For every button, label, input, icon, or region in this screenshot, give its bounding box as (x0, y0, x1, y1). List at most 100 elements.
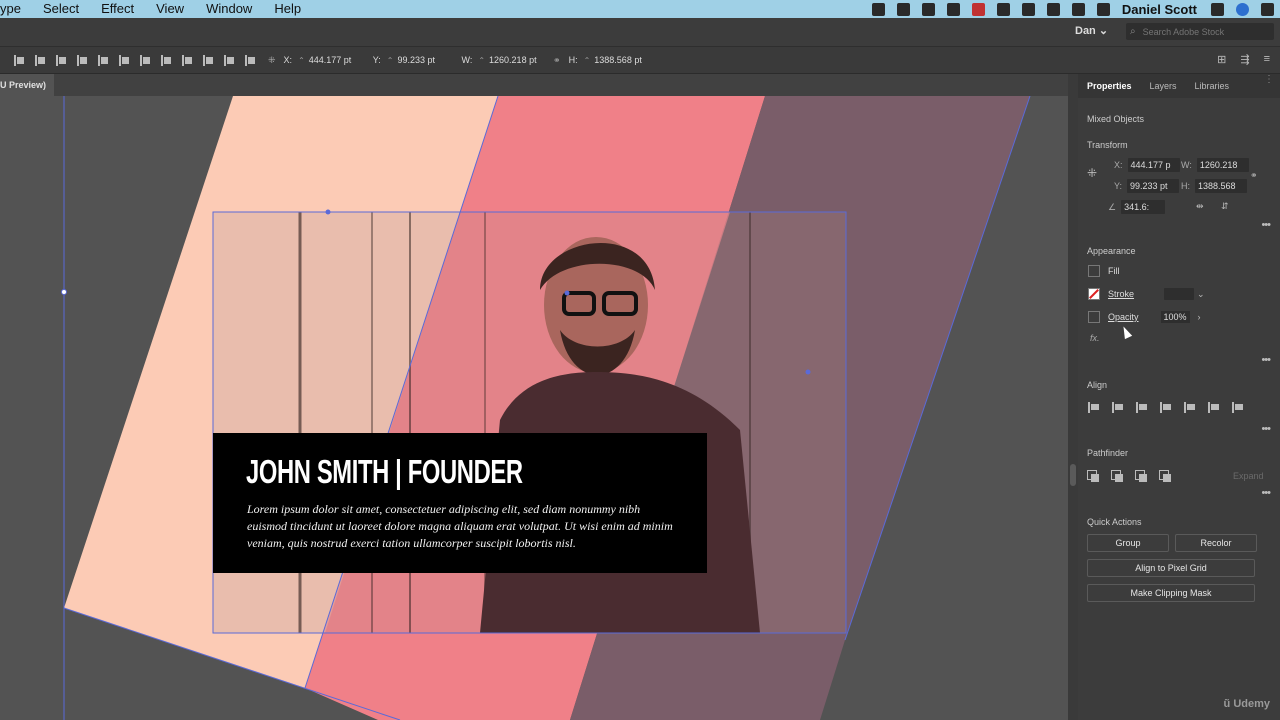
battery-icon[interactable] (1096, 2, 1110, 16)
name-body-text[interactable]: Lorem ipsum dolor sit amet, consectetuer… (247, 501, 677, 552)
x-value[interactable]: 444.177 pt (309, 55, 365, 65)
w-field[interactable]: W: ⌃ 1260.218 pt (461, 55, 545, 65)
user-name[interactable]: Daniel Scott (1122, 2, 1197, 17)
align-left-icon[interactable] (1111, 401, 1124, 414)
transform-h[interactable]: H: 1388.568 (1181, 179, 1247, 193)
transform-w-value[interactable]: 1260.218 (1196, 158, 1249, 172)
stroke-swatch-icon[interactable] (1088, 288, 1100, 300)
transform-w[interactable]: W: 1260.218 (1181, 158, 1249, 172)
w-value[interactable]: 1260.218 pt (489, 55, 545, 65)
distribute-bottom-icon[interactable] (180, 54, 193, 67)
panel-grip-icon[interactable]: ⋮ (1264, 74, 1274, 85)
intersect-icon[interactable] (1135, 470, 1148, 483)
transform-more-icon[interactable]: ••• (1261, 219, 1271, 231)
notification-icon[interactable] (1261, 2, 1274, 16)
y-value[interactable]: 99.233 pt (397, 55, 453, 65)
constrain-proportions-icon[interactable]: ⚭ (1250, 170, 1258, 181)
exclude-icon[interactable] (1159, 470, 1172, 483)
fill-row[interactable]: Fill (1088, 265, 1120, 277)
artboard-canvas[interactable]: JOHN SMITH | FOUNDER Lorem ipsum dolor s… (0, 96, 1068, 720)
align-bottom-icon[interactable] (117, 54, 130, 67)
scrollbar-thumb[interactable] (1070, 464, 1076, 486)
distribute-right-icon[interactable] (243, 54, 256, 67)
user-menu[interactable]: Dan ⌄ (1075, 24, 1108, 37)
stepper-icon[interactable]: ⌃ (478, 56, 485, 65)
distribute-top-icon[interactable] (138, 54, 151, 67)
stock-search-input[interactable] (1140, 25, 1265, 38)
arrange-icon[interactable]: ⇶ (1240, 53, 1249, 66)
distribute-middle-icon[interactable] (159, 54, 172, 67)
record-icon[interactable] (971, 2, 985, 16)
transform-angle[interactable]: ∠ 341.6: (1108, 200, 1166, 214)
chevron-right-icon[interactable]: › (1198, 312, 1201, 322)
menu-window[interactable]: Window (195, 0, 263, 18)
align-hcenter-icon[interactable] (1135, 401, 1148, 414)
flip-horizontal-icon[interactable]: ⇹ (1196, 201, 1204, 212)
flip-vertical-icon[interactable]: ⇵ (1221, 201, 1229, 212)
align-to-icon[interactable] (1087, 401, 1100, 414)
wifi-icon[interactable] (1021, 2, 1035, 16)
h-value[interactable]: 1388.568 pt (594, 55, 650, 65)
menu-select[interactable]: Select (32, 0, 90, 18)
spotlight-icon[interactable] (1211, 2, 1224, 16)
align-to-pixel-grid-button[interactable]: Align to Pixel Grid (1087, 559, 1255, 577)
transform-h-value[interactable]: 1388.568 (1195, 179, 1247, 193)
expand-button[interactable]: Expand (1233, 471, 1264, 481)
time-machine-icon[interactable] (996, 2, 1010, 16)
tab-libraries[interactable]: Libraries (1186, 74, 1239, 98)
align-right-icon[interactable] (54, 54, 67, 67)
dropbox-icon[interactable] (871, 2, 885, 16)
menu-effect[interactable]: Effect (90, 0, 145, 18)
tab-properties[interactable]: Properties (1078, 74, 1141, 98)
align-top-icon[interactable] (75, 54, 88, 67)
appearance-more-icon[interactable]: ••• (1261, 354, 1271, 366)
transform-x[interactable]: X: 444.177 p (1114, 158, 1180, 172)
stroke-label[interactable]: Stroke (1108, 289, 1134, 299)
align-bottom-icon[interactable] (1231, 401, 1244, 414)
tab-layers[interactable]: Layers (1141, 74, 1186, 98)
creative-cloud-icon[interactable] (896, 2, 910, 16)
make-clipping-mask-button[interactable]: Make Clipping Mask (1087, 584, 1255, 602)
transform-angle-value[interactable]: 341.6: (1121, 200, 1166, 214)
x-field[interactable]: X: ⌃ 444.177 pt (284, 55, 365, 65)
align-left-icon[interactable] (12, 54, 25, 67)
stepper-icon[interactable]: ⌃ (298, 56, 305, 65)
transform-x-value[interactable]: 444.177 p (1127, 158, 1180, 172)
minus-front-icon[interactable] (1111, 470, 1124, 483)
align-more-icon[interactable]: ••• (1261, 423, 1271, 435)
opacity-value[interactable]: 100% (1160, 311, 1190, 323)
menu-view[interactable]: View (145, 0, 195, 18)
group-button[interactable]: Group (1087, 534, 1169, 552)
menu-help[interactable]: Help (263, 0, 312, 18)
stepper-icon[interactable]: ⌃ (584, 56, 591, 65)
pathfinder-more-icon[interactable]: ••• (1261, 487, 1271, 499)
fill-swatch-icon[interactable] (1088, 265, 1100, 277)
align-top-icon[interactable] (1183, 401, 1196, 414)
stock-search[interactable]: ⌕ (1126, 23, 1274, 40)
transform-icon[interactable]: ⊞ (1217, 53, 1226, 66)
stroke-weight-input[interactable] (1164, 288, 1195, 300)
reference-point-icon[interactable]: ⁜ (1087, 166, 1097, 180)
reference-point-icon[interactable]: ⁜ (268, 55, 276, 66)
align-right-icon[interactable] (1159, 401, 1172, 414)
siri-icon[interactable] (1236, 2, 1249, 16)
stepper-icon[interactable]: ⌃ (387, 56, 394, 65)
volume-icon[interactable] (1071, 2, 1085, 16)
align-center-icon[interactable] (33, 54, 46, 67)
h-field[interactable]: H: ⌃ 1388.568 pt (569, 55, 651, 65)
canvas-scrollbar[interactable] (1068, 74, 1078, 720)
recolor-button[interactable]: Recolor (1175, 534, 1257, 552)
document-tab[interactable]: U Preview) (0, 74, 55, 96)
align-vcenter-icon[interactable] (1207, 401, 1220, 414)
transform-y-value[interactable]: 99.233 pt (1127, 179, 1180, 193)
name-plate[interactable]: JOHN SMITH | FOUNDER Lorem ipsum dolor s… (213, 433, 707, 573)
name-title[interactable]: JOHN SMITH | FOUNDER (246, 453, 523, 491)
app-icon[interactable] (946, 2, 960, 16)
screen-icon[interactable] (921, 2, 935, 16)
stroke-row[interactable]: Stroke ⌄ (1088, 288, 1205, 300)
unite-icon[interactable] (1087, 470, 1100, 483)
distribute-left-icon[interactable] (201, 54, 214, 67)
constrain-proportions-icon[interactable]: ⚭ (553, 55, 561, 66)
grid-icon[interactable] (1046, 2, 1060, 16)
menu-icon[interactable]: ≡ (1264, 53, 1270, 66)
